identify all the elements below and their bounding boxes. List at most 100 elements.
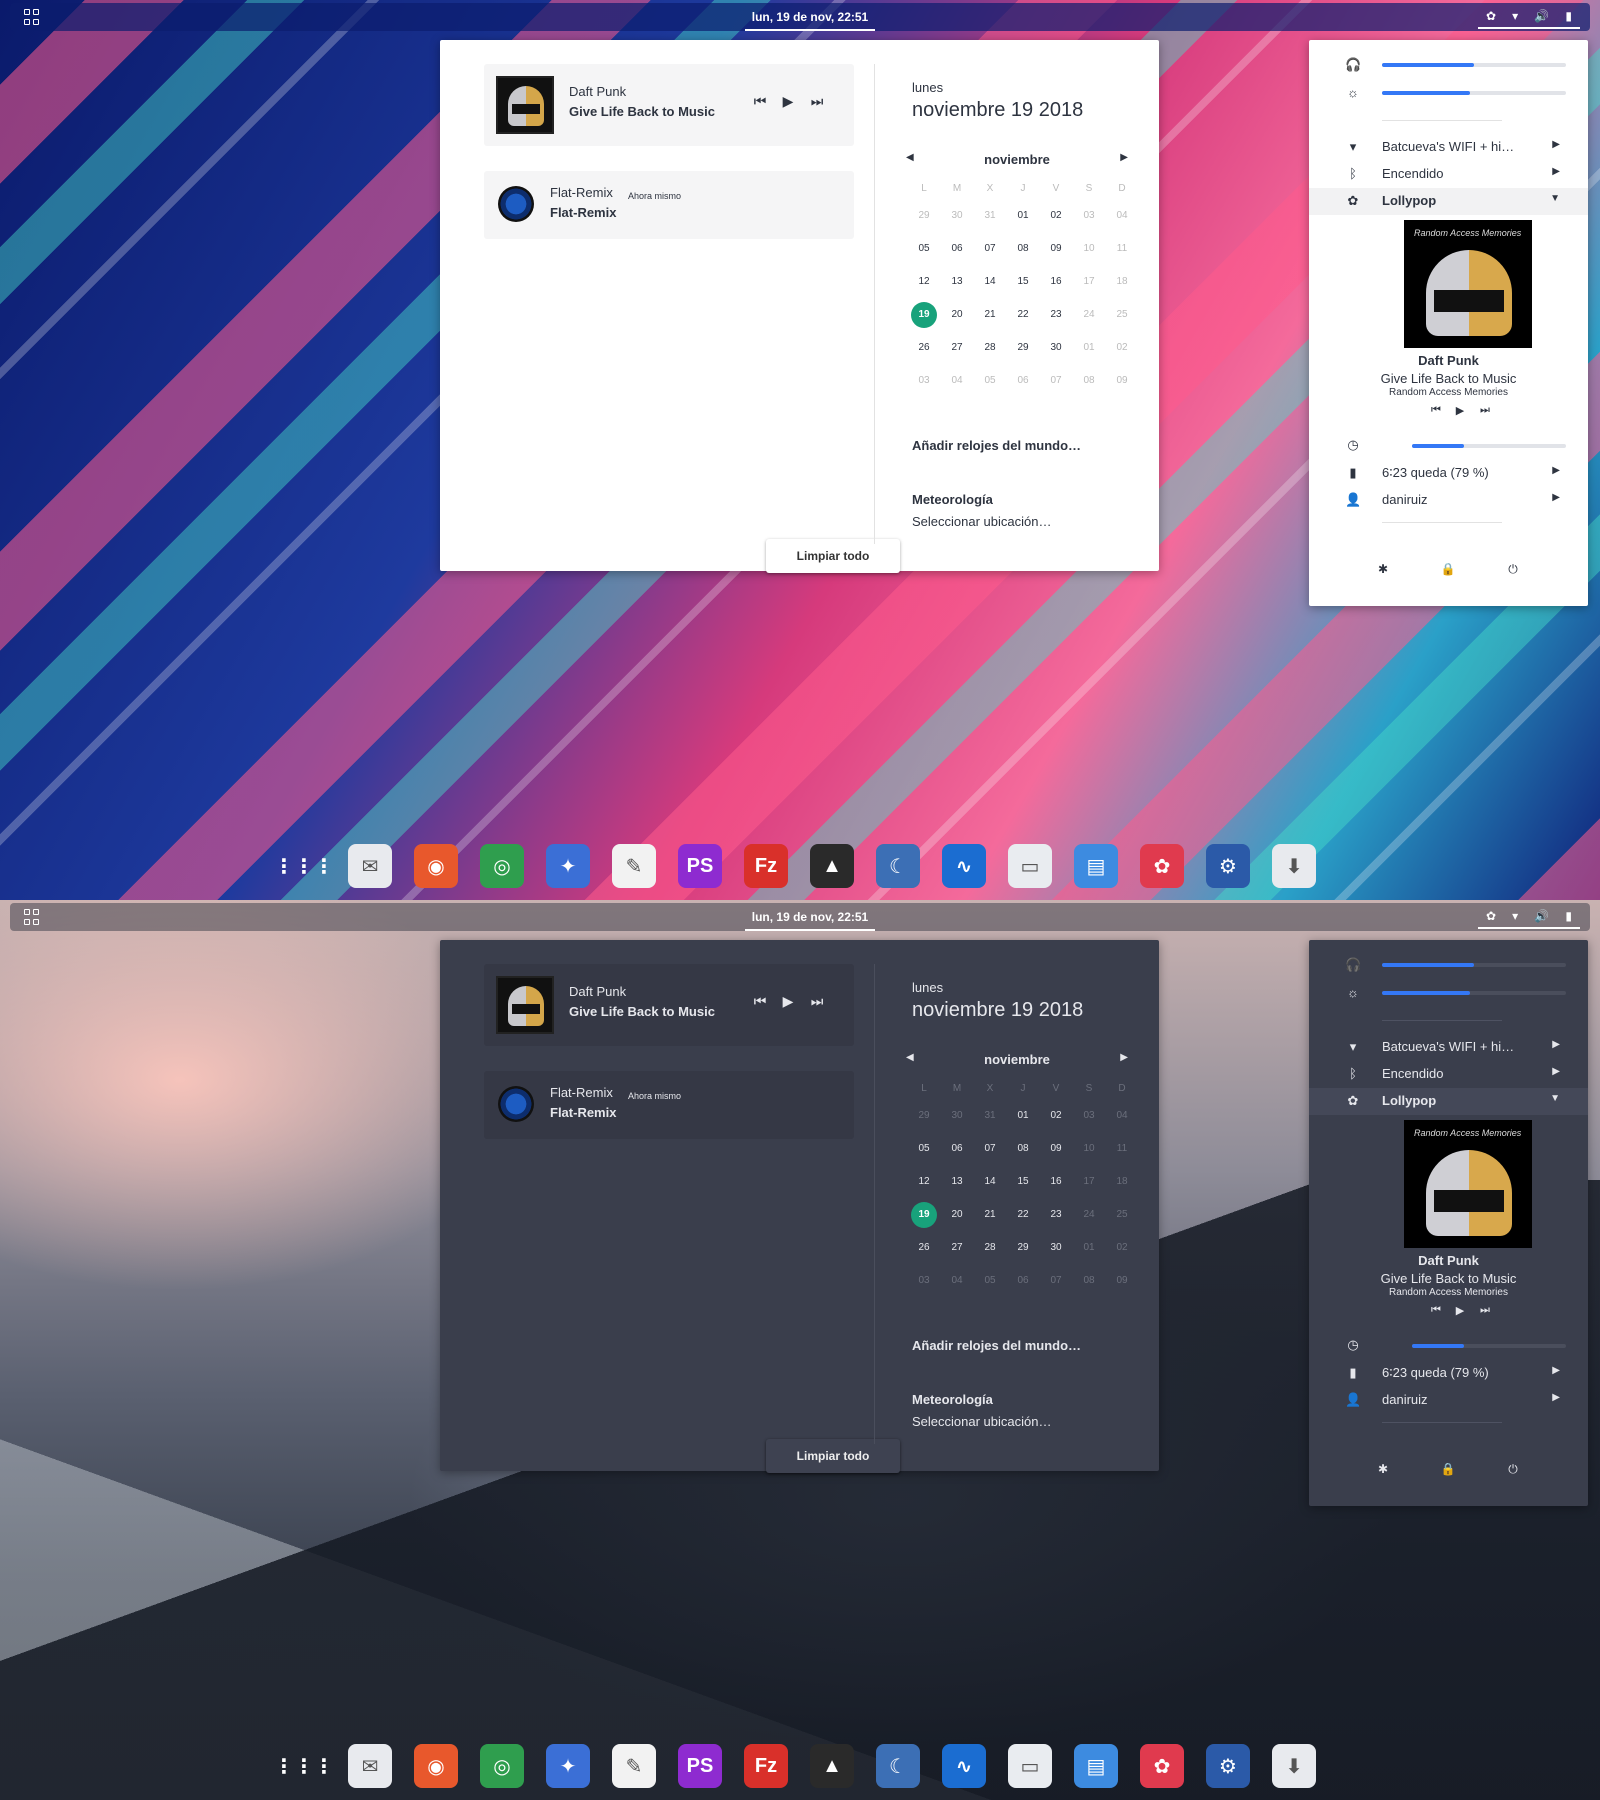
calendar-day[interactable]: 06 — [944, 236, 970, 262]
calendar-day[interactable]: 03 — [911, 368, 937, 394]
calendar-day[interactable]: 04 — [944, 1268, 970, 1294]
calendar-day[interactable]: 29 — [1010, 1235, 1036, 1261]
brightness-slider[interactable] — [1382, 91, 1566, 95]
calendar-day[interactable]: 03 — [1076, 1103, 1102, 1129]
dock-web-browser-icon[interactable]: ✦ — [546, 844, 590, 888]
calendar-day[interactable]: 29 — [911, 203, 937, 229]
skip-next-icon[interactable]: ⏭ — [806, 990, 828, 1012]
dock-kali-dragon-icon[interactable]: ☾ — [876, 844, 920, 888]
calendar-day[interactable]: 04 — [1109, 1103, 1135, 1129]
calendar-day[interactable]: 23 — [1043, 302, 1069, 328]
calendar-day[interactable]: 29 — [1010, 335, 1036, 361]
play-icon[interactable]: ▶ — [777, 90, 799, 112]
calendar-day[interactable]: 08 — [1076, 1268, 1102, 1294]
skip-previous-icon[interactable]: ⏮ — [749, 990, 771, 1012]
clock-button[interactable]: lun, 19 de nov, 22:51 — [745, 903, 875, 931]
volume-slider[interactable] — [1382, 963, 1566, 967]
add-world-clocks-link[interactable]: Añadir relojes del mundo… — [912, 1338, 1081, 1353]
dock-inkscape-icon[interactable]: ▲ — [810, 844, 854, 888]
power-icon[interactable]: ⏻ — [1501, 557, 1525, 581]
weather-location-link[interactable]: Seleccionar ubicación… — [912, 1414, 1051, 1429]
calendar-day[interactable]: 13 — [944, 269, 970, 295]
dock-lollypop-icon[interactable]: ✿ — [1140, 844, 1184, 888]
calendar-day[interactable]: 19 — [911, 1202, 937, 1228]
calendar-day[interactable]: 17 — [1076, 269, 1102, 295]
calendar-day[interactable]: 25 — [1109, 1202, 1135, 1228]
calendar-day[interactable]: 12 — [911, 269, 937, 295]
calendar-day[interactable]: 01 — [1076, 335, 1102, 361]
calendar-day[interactable]: 03 — [1076, 203, 1102, 229]
app-notification[interactable]: Flat-Remix Ahora mismo Flat-Remix — [484, 171, 854, 239]
calendar-day[interactable]: 22 — [1010, 1202, 1036, 1228]
dock-web-browser-icon[interactable]: ✦ — [546, 1744, 590, 1788]
calendar-day[interactable]: 30 — [944, 203, 970, 229]
calendar-day[interactable]: 07 — [1043, 1268, 1069, 1294]
calendar-day[interactable]: 02 — [1043, 1103, 1069, 1129]
lock-icon[interactable]: 🔒 — [1436, 1457, 1460, 1481]
dock-chrome-icon[interactable]: ◎ — [480, 1744, 524, 1788]
calendar-day[interactable]: 09 — [1109, 368, 1135, 394]
calendar-day[interactable]: 11 — [1109, 1136, 1135, 1162]
calendar-day[interactable]: 05 — [977, 368, 1003, 394]
calendar-day[interactable]: 16 — [1043, 1169, 1069, 1195]
dock-text-editor-icon[interactable]: ✎ — [612, 1744, 656, 1788]
play-icon[interactable]: ▶ — [1449, 404, 1471, 420]
dock-system-monitor-icon[interactable]: ∿ — [942, 1744, 986, 1788]
play-icon[interactable]: ▶ — [1449, 1304, 1471, 1320]
dock-software-icon[interactable]: ⬇ — [1272, 1744, 1316, 1788]
dock-document-viewer-icon[interactable]: ▤ — [1074, 1744, 1118, 1788]
dock-files-icon[interactable]: ▭ — [1008, 844, 1052, 888]
calendar-day[interactable]: 07 — [977, 236, 1003, 262]
calendar-day[interactable]: 13 — [944, 1169, 970, 1195]
calendar-day[interactable]: 16 — [1043, 269, 1069, 295]
dock-firefox-icon[interactable]: ◉ — [414, 844, 458, 888]
skip-next-icon[interactable]: ⏭ — [1474, 404, 1496, 420]
calendar-day[interactable]: 08 — [1010, 236, 1036, 262]
calendar-day[interactable]: 06 — [944, 1136, 970, 1162]
calendar-day[interactable]: 27 — [944, 335, 970, 361]
media-notification[interactable]: Daft Punk Give Life Back to Music ⏮ ▶ ⏭ — [484, 64, 854, 146]
dock-app-grid-icon[interactable]: ⋮⋮⋮ — [274, 1744, 334, 1788]
calendar-day[interactable]: 18 — [1109, 1169, 1135, 1195]
calendar-day[interactable]: 03 — [911, 1268, 937, 1294]
dock-filezilla-icon[interactable]: Fz — [744, 844, 788, 888]
settings-icon[interactable]: ✱ — [1371, 557, 1395, 581]
dock-software-icon[interactable]: ⬇ — [1272, 844, 1316, 888]
calendar-day[interactable]: 07 — [977, 1136, 1003, 1162]
bluetooth-menu-item[interactable]: ᛒ Encendido ▶ — [1309, 1061, 1588, 1088]
calendar-day[interactable]: 29 — [911, 1103, 937, 1129]
brightness-slider[interactable] — [1382, 991, 1566, 995]
dock-steam-icon[interactable]: ⚙ — [1206, 1744, 1250, 1788]
dock-chrome-icon[interactable]: ◎ — [480, 844, 524, 888]
dock-files-icon[interactable]: ▭ — [1008, 1744, 1052, 1788]
dock-mail-icon[interactable]: ✉ — [348, 1744, 392, 1788]
calendar-day[interactable]: 24 — [1076, 302, 1102, 328]
activities-grid-icon[interactable] — [24, 9, 40, 25]
skip-previous-icon[interactable]: ⏮ — [1425, 1304, 1447, 1320]
calendar-day[interactable]: 10 — [1076, 236, 1102, 262]
calendar-day[interactable]: 19 — [911, 302, 937, 328]
volume-slider[interactable] — [1382, 63, 1566, 67]
calendar-day[interactable]: 18 — [1109, 269, 1135, 295]
clear-all-button[interactable]: Limpiar todo — [766, 1439, 900, 1473]
media-notification[interactable]: Daft Punk Give Life Back to Music ⏮ ▶ ⏭ — [484, 964, 854, 1046]
calendar-day[interactable]: 02 — [1109, 335, 1135, 361]
calendar-day[interactable]: 02 — [1109, 1235, 1135, 1261]
media-player-menu-item[interactable]: ✿ Lollypop ▼ — [1309, 188, 1588, 215]
calendar-day[interactable]: 22 — [1010, 302, 1036, 328]
calendar-day[interactable]: 30 — [1043, 1235, 1069, 1261]
calendar-day[interactable]: 20 — [944, 302, 970, 328]
calendar-day[interactable]: 06 — [1010, 1268, 1036, 1294]
next-month-icon[interactable]: ▶ — [1120, 1052, 1128, 1063]
calendar-day[interactable]: 21 — [977, 1202, 1003, 1228]
dock-app-grid-icon[interactable]: ⋮⋮⋮ — [274, 844, 334, 888]
calendar-day[interactable]: 30 — [1043, 335, 1069, 361]
add-world-clocks-link[interactable]: Añadir relojes del mundo… — [912, 438, 1081, 453]
activities-grid-icon[interactable] — [24, 909, 40, 925]
lock-icon[interactable]: 🔒 — [1436, 557, 1460, 581]
wifi-menu-item[interactable]: ▾ Batcueva's WIFI + hi… ▶ — [1309, 134, 1588, 161]
skip-previous-icon[interactable]: ⏮ — [749, 90, 771, 112]
calendar-day[interactable]: 09 — [1043, 1136, 1069, 1162]
power-icon[interactable]: ⏻ — [1501, 1457, 1525, 1481]
calendar-day[interactable]: 27 — [944, 1235, 970, 1261]
